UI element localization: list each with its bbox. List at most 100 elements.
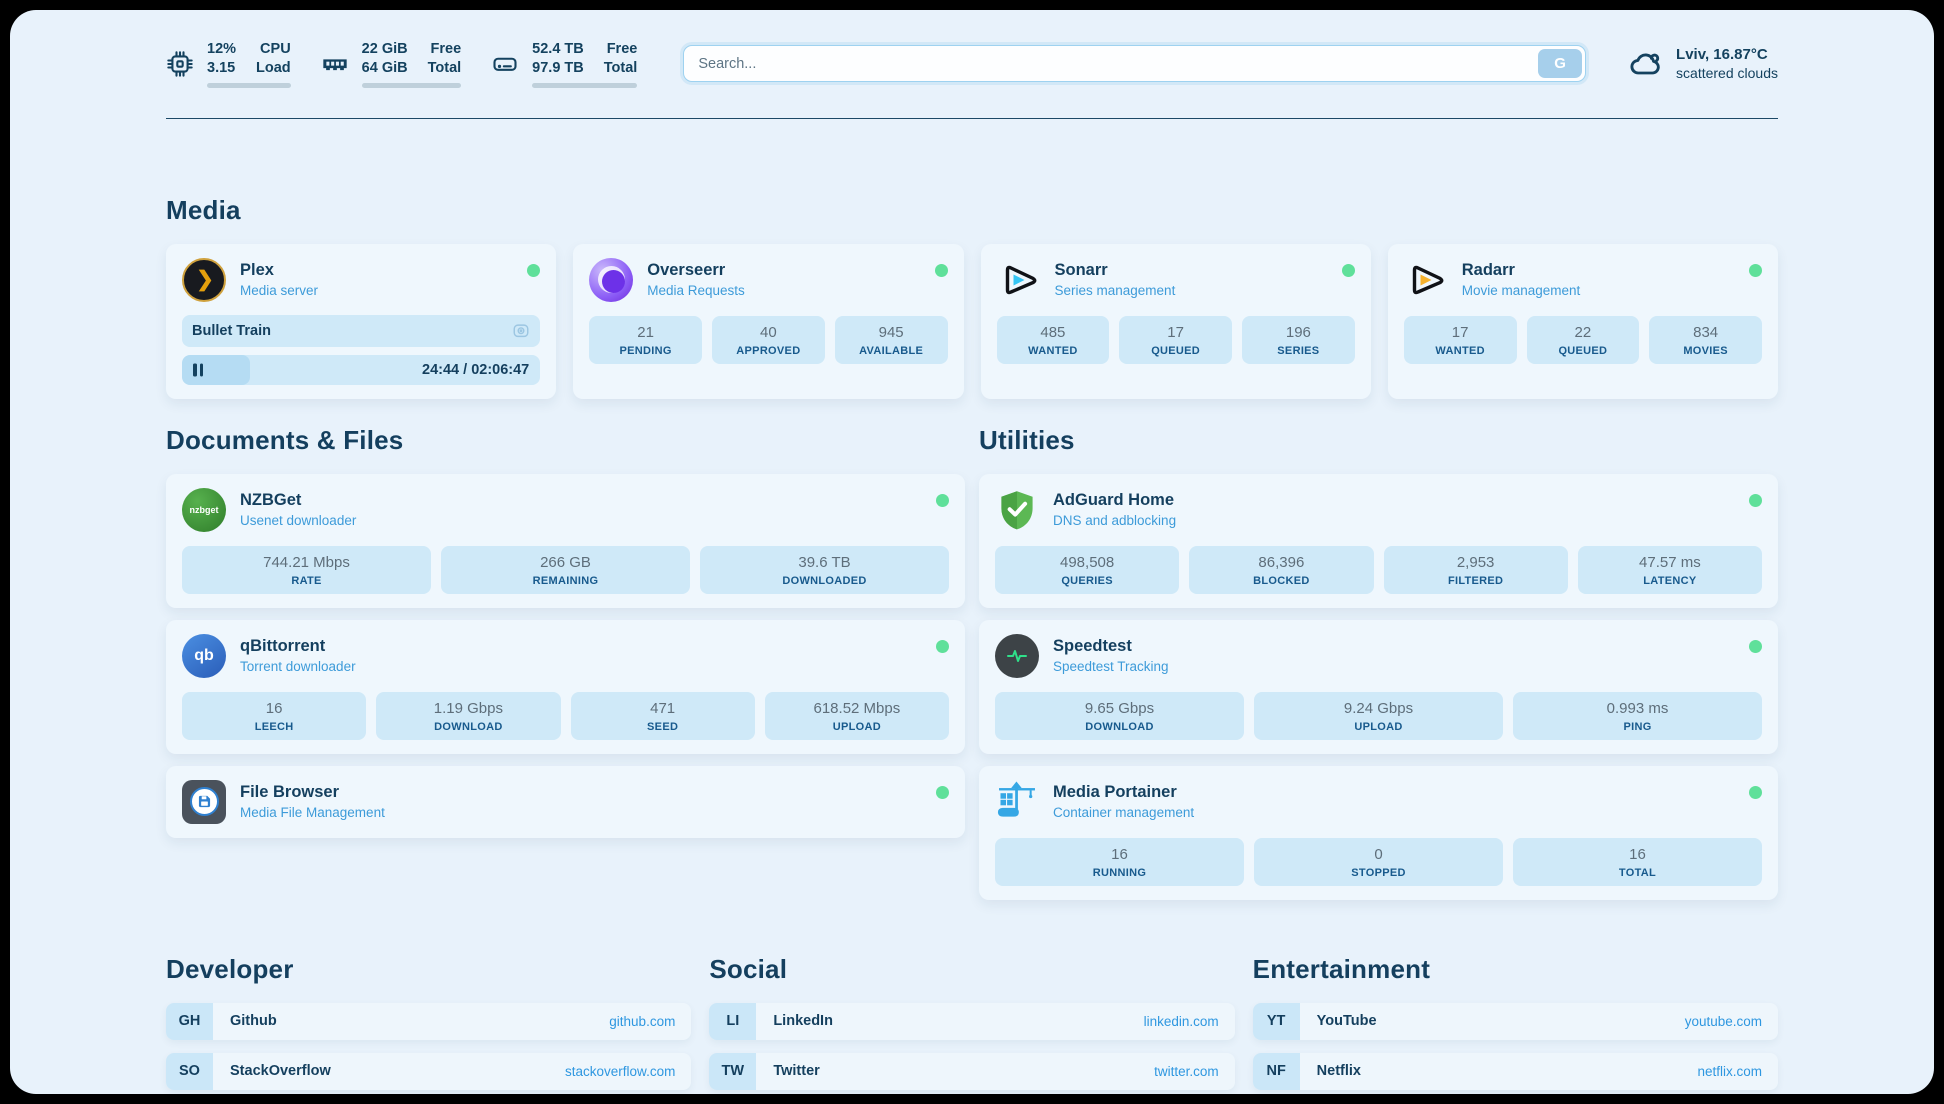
cpu-load-value: 3.15 xyxy=(207,59,236,78)
app-subtitle: Container management xyxy=(1053,805,1194,820)
plex-now-playing-row: Bullet Train xyxy=(182,315,540,347)
app-title: Plex xyxy=(240,261,318,280)
weather-condition: scattered clouds xyxy=(1676,65,1778,81)
stat-value: 1.19 Gbps xyxy=(380,700,556,717)
app-card-adguard[interactable]: AdGuard Home DNS and adblocking 498,508 … xyxy=(979,474,1778,608)
section-documents: Documents & Files nzbget NZBGet Usenet d… xyxy=(166,425,965,900)
link-row-netflix[interactable]: NF Netflix netflix.com xyxy=(1253,1053,1778,1090)
stat-blocked: 86,396 BLOCKED xyxy=(1189,546,1373,594)
stat-latency: 47.57 ms LATENCY xyxy=(1578,546,1762,594)
stat-value: 471 xyxy=(575,700,751,717)
link-badge: TW xyxy=(709,1053,756,1090)
stat-value: 16 xyxy=(1517,846,1758,863)
disk-progress-bar xyxy=(532,83,637,88)
stream-title: Bullet Train xyxy=(192,323,271,339)
stat-value: 485 xyxy=(1001,324,1106,341)
app-card-nzbget[interactable]: nzbget NZBGet Usenet downloader 744.21 M… xyxy=(166,474,965,608)
stat-label: QUEUED xyxy=(1531,345,1636,357)
disk-label-top: Free xyxy=(604,40,638,59)
cpu-progress-bar xyxy=(207,83,291,88)
stat-value: 2,953 xyxy=(1388,554,1564,571)
stat-label: SEED xyxy=(575,721,751,733)
search-input[interactable] xyxy=(683,45,1586,82)
qbittorrent-icon: qb xyxy=(182,634,226,678)
weather-widget: Lviv, 16.87°C scattered clouds xyxy=(1628,46,1778,82)
app-title: NZBGet xyxy=(240,491,356,510)
stat-label: APPROVED xyxy=(716,345,821,357)
weather-location-temp: Lviv, 16.87°C xyxy=(1676,46,1778,63)
stat-remaining: 266 GB REMAINING xyxy=(441,546,690,594)
session-view-icon[interactable] xyxy=(512,322,530,340)
ram-total-value: 64 GiB xyxy=(362,59,408,78)
ram-label-top: Free xyxy=(428,40,462,59)
app-subtitle: Torrent downloader xyxy=(240,659,356,674)
app-subtitle: Media Requests xyxy=(647,283,745,298)
stat-value: 47.57 ms xyxy=(1582,554,1758,571)
app-card-speedtest[interactable]: Speedtest Speedtest Tracking 9.65 Gbps D… xyxy=(979,620,1778,754)
app-subtitle: Series management xyxy=(1055,283,1176,298)
section-media: Media ❯ Plex Media server Bullet Train xyxy=(166,195,1778,399)
disk-icon xyxy=(491,50,519,78)
disk-total-value: 97.9 TB xyxy=(532,59,584,78)
system-monitors: 12% CPU 3.15 Load 22 GiB Fr xyxy=(166,40,637,88)
app-card-plex[interactable]: ❯ Plex Media server Bullet Train xyxy=(166,244,556,399)
app-card-filebrowser[interactable]: File Browser Media File Management xyxy=(166,766,965,838)
section-title-social: Social xyxy=(709,954,1234,985)
stat-label: LATENCY xyxy=(1582,575,1758,587)
link-row-stackoverflow[interactable]: SO StackOverflow stackoverflow.com xyxy=(166,1053,691,1090)
stat-value: 196 xyxy=(1246,324,1351,341)
link-row-twitter[interactable]: TW Twitter twitter.com xyxy=(709,1053,1234,1090)
stat-label: TOTAL xyxy=(1517,867,1758,879)
app-title: AdGuard Home xyxy=(1053,491,1176,510)
top-bar: 12% CPU 3.15 Load 22 GiB Fr xyxy=(166,10,1778,88)
stat-stopped: 0 STOPPED xyxy=(1254,838,1503,886)
status-online-dot xyxy=(936,494,949,507)
link-url: twitter.com xyxy=(1154,1064,1219,1079)
stat-label: REMAINING xyxy=(445,575,686,587)
stat-label: QUEUED xyxy=(1123,345,1228,357)
link-row-youtube[interactable]: YT YouTube youtube.com xyxy=(1253,1003,1778,1040)
stat-total: 16 TOTAL xyxy=(1513,838,1762,886)
stat-label: RUNNING xyxy=(999,867,1240,879)
stat-value: 22 xyxy=(1531,324,1636,341)
ram-free-value: 22 GiB xyxy=(362,40,408,59)
status-online-dot xyxy=(1749,264,1762,277)
stat-label: DOWNLOAD xyxy=(380,721,556,733)
topbar-divider xyxy=(166,118,1778,119)
stat-upload: 618.52 Mbps UPLOAD xyxy=(765,692,949,740)
link-name: LinkedIn xyxy=(773,1013,833,1029)
stats-row: 744.21 Mbps RATE 266 GB REMAINING 39.6 T… xyxy=(182,546,949,594)
ram-icon xyxy=(321,50,349,78)
stat-label: FILTERED xyxy=(1388,575,1564,587)
stat-label: LEECH xyxy=(186,721,362,733)
stat-pending: 21 PENDING xyxy=(589,316,702,364)
section-title-documents: Documents & Files xyxy=(166,425,965,456)
ram-monitor: 22 GiB Free 64 GiB Total xyxy=(321,40,462,88)
plex-icon: ❯ xyxy=(182,258,226,302)
stat-value: 834 xyxy=(1653,324,1758,341)
cloud-icon xyxy=(1628,46,1664,82)
link-row-github[interactable]: GH Github github.com xyxy=(166,1003,691,1040)
stat-value: 744.21 Mbps xyxy=(186,554,427,571)
link-row-linkedin[interactable]: LI LinkedIn linkedin.com xyxy=(709,1003,1234,1040)
app-card-sonarr[interactable]: Sonarr Series management 485 WANTED 17 Q… xyxy=(981,244,1371,399)
stat-label: PING xyxy=(1517,721,1758,733)
app-card-portainer[interactable]: Media Portainer Container management 16 … xyxy=(979,766,1778,900)
link-name: Twitter xyxy=(773,1063,819,1079)
pause-button[interactable] xyxy=(193,363,203,376)
stat-value: 618.52 Mbps xyxy=(769,700,945,717)
link-url: linkedin.com xyxy=(1144,1014,1219,1029)
stat-label: AVAILABLE xyxy=(839,345,944,357)
stat-queries: 498,508 QUERIES xyxy=(995,546,1179,594)
app-card-qbittorrent[interactable]: qb qBittorrent Torrent downloader 16 LEE… xyxy=(166,620,965,754)
status-online-dot xyxy=(1749,640,1762,653)
search-engine-button[interactable]: G xyxy=(1538,49,1582,78)
playback-time: 24:44 / 02:06:47 xyxy=(422,362,529,378)
app-card-radarr[interactable]: Radarr Movie management 17 WANTED 22 QUE… xyxy=(1388,244,1778,399)
cpu-usage-value: 12% xyxy=(207,40,236,59)
stat-leech: 16 LEECH xyxy=(182,692,366,740)
section-utilities: Utilities AdGuard Home xyxy=(979,425,1778,900)
app-card-overseerr[interactable]: Overseerr Media Requests 21 PENDING 40 A… xyxy=(573,244,963,399)
stat-label: PENDING xyxy=(593,345,698,357)
link-url: youtube.com xyxy=(1685,1014,1762,1029)
